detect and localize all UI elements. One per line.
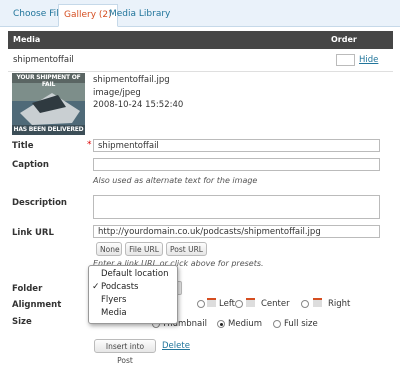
link-file-url-button[interactable]: File URL [125,242,163,256]
tab-media-library[interactable]: Media Library [104,4,175,25]
title-label: Title [12,141,34,151]
align-center-radio[interactable] [235,300,243,308]
media-column-header: Media [13,35,41,44]
order-column-header: Order [331,35,357,44]
size-medium-radio[interactable] [217,320,225,328]
hide-link[interactable]: Hide [359,55,378,65]
media-table-header: Media Order [8,31,393,49]
tab-bar: Choose File Gallery (2) Media Library [0,0,400,27]
file-meta: shipmentoffail.jpg image/jpeg 2008-10-24… [93,74,183,112]
size-label: Size [12,317,32,327]
caption-hint: Also used as alternate text for the imag… [93,176,258,185]
align-center-label: Center [261,299,290,309]
media-item-row: shipmentoffail Hide [8,49,393,72]
link-none-button[interactable]: None [96,242,122,256]
thumbnail-bottom-caption: HAS BEEN DELIVERED [13,126,84,133]
align-left-radio[interactable] [197,300,205,308]
image-thumbnail: YOUR SHIPMENT OF FAIL HAS BEEN DELIVERED [12,73,85,135]
folder-dropdown-menu: Default location ✓ Podcasts Flyers Media [88,265,178,324]
caption-field[interactable] [93,158,380,171]
link-url-label: Link URL [12,228,54,238]
insert-into-post-button[interactable]: Insert into Post [94,339,156,365]
align-left-icon [207,298,216,307]
file-name: shipmentoffail.jpg [93,75,170,85]
folder-option-podcasts[interactable]: Podcasts [101,282,139,292]
alignment-label: Alignment [12,300,62,310]
folder-option-default[interactable]: Default location [101,269,169,279]
align-left-label: Left [219,299,235,309]
file-mime-type: image/jpeg [93,87,141,98]
align-right-label: Right [328,299,351,309]
required-mark: * [87,140,92,150]
title-field[interactable]: shipmentoffail [93,139,380,152]
folder-option-flyers[interactable]: Flyers [101,295,126,305]
folder-label: Folder [12,284,43,294]
link-post-url-button[interactable]: Post URL [166,242,207,256]
media-item-name: shipmentoffail [13,55,74,65]
description-textarea[interactable] [93,195,380,219]
size-full-radio[interactable] [273,320,281,328]
caption-label: Caption [12,160,49,170]
align-right-icon [313,298,322,307]
order-input[interactable] [336,54,355,66]
link-url-field[interactable]: http://yourdomain.co.uk/podcasts/shipmen… [93,225,380,238]
thumbnail-top-caption: YOUR SHIPMENT OF FAIL [16,74,81,88]
size-full-label: Full size [284,319,318,329]
folder-option-media[interactable]: Media [101,308,127,318]
align-right-radio[interactable] [301,300,309,308]
check-icon: ✓ [92,282,100,292]
align-center-icon [246,298,255,307]
file-upload-date: 2008-10-24 15:52:40 [93,100,184,110]
description-label: Description [12,198,67,208]
size-medium-label: Medium [228,319,262,329]
delete-link[interactable]: Delete [162,341,190,351]
